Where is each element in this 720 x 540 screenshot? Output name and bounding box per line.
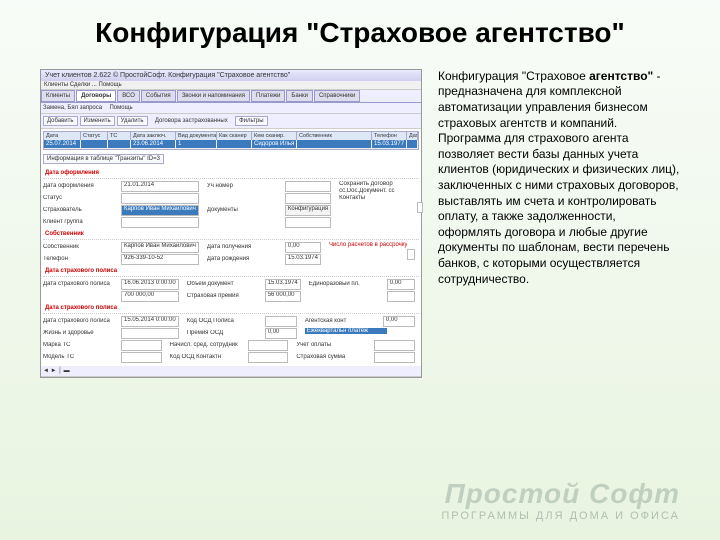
section-header-date: Дата оформления [43, 168, 419, 179]
lbl-dt: Дата получения [207, 244, 285, 250]
lbl-prem: Страховая премия [187, 293, 265, 299]
main-tabs: Клиенты Договоры ВСО События Звонки и на… [41, 90, 421, 103]
inp-pd[interactable]: 16.06.2013 0:00:00 [121, 279, 179, 290]
col-owner: Собственник [297, 132, 372, 140]
col-date: Дата [44, 132, 81, 140]
lbl-e1: Сохранить договор [339, 181, 417, 187]
tab-vso[interactable]: ВСО [117, 90, 140, 102]
status-bar: ◄ ► │ ▬ [41, 366, 421, 377]
lbl-owner: Собственник [43, 244, 121, 250]
tab-contracts[interactable]: Договоры [76, 90, 116, 102]
section-header-owner: Собственник [43, 229, 419, 240]
tab-calls[interactable]: Звонки и напоминания [177, 90, 250, 102]
lbl-life: Жизнь и здоровье [43, 330, 121, 336]
lbl-date: Дата оформления [43, 183, 121, 189]
toolbar-label: Договора застрахованных [155, 118, 228, 124]
col-doc: Вид документа [176, 132, 217, 140]
lbl-vol: Объем документ [187, 281, 265, 287]
lbl-qp: Ежеквартальн платеж [305, 328, 387, 334]
window-titlebar: Учет клиентов 2.622 © ПростойСофт. Конфи… [41, 70, 421, 81]
inp-owner[interactable]: Карпов Иван Михайлович [121, 242, 199, 253]
lbl-osd: Код ОСД Полиса [187, 318, 265, 324]
lbl-emp: Начисл. сред. сотрудник [170, 342, 248, 348]
detail-form: Дата оформления Дата оформления21.01.201… [43, 168, 419, 364]
lbl-phone: Телефон [43, 256, 121, 262]
lbl-brand: Марка ТС [43, 342, 121, 348]
inp-date[interactable]: 21.01.2014 [121, 181, 199, 192]
tab-refs[interactable]: Справочники [314, 90, 360, 102]
lbl-docs: Документы [207, 207, 285, 213]
inp-d2[interactable] [285, 193, 331, 204]
grid-header: Дата Статус ТС Дата заключ. Вид документ… [44, 132, 418, 140]
col-ts: ТС [108, 132, 131, 140]
lbl-osdk: Код ОСД Контактн [170, 354, 248, 360]
section-header-policy: Дата страхового полиса [43, 266, 419, 277]
menu-bar: Клиенты Сделки ... Помощь [41, 81, 421, 90]
lbl-pay: Учет оплаты [296, 342, 374, 348]
col-scanby: Кем сканир. [252, 132, 297, 140]
inp-d4[interactable] [285, 217, 331, 228]
col-status: Статус [81, 132, 108, 140]
lvl2-field: Замена, Бял запроса [43, 105, 102, 111]
lbl-insurer: Страхователь [43, 207, 121, 213]
lvl2-help: Помощь [109, 105, 132, 111]
inp-num[interactable] [285, 181, 331, 192]
section-header-policy2: Дата страхового полиса [43, 303, 419, 314]
col-scan: Как сканер [217, 132, 252, 140]
inp-insurer[interactable]: Карпов Иван Михайлович [121, 205, 199, 216]
lbl-calc: Число расчетов в рассрочку [329, 242, 407, 248]
col-phone: Телефон [372, 132, 407, 140]
col-start: Дата начала [407, 132, 418, 140]
level2-bar: Замена, Бял запроса Помощь [41, 103, 421, 114]
lbl-posd: Премия ОСД [187, 330, 265, 336]
table-row[interactable]: 25.07.2014 23.06.2014 1 Сидоров Илья Мих… [44, 140, 418, 149]
logo-title: Простой Софт [441, 478, 680, 510]
inp-phone[interactable]: 926-339-10-52 [121, 254, 199, 265]
logo-subtitle: ПРОГРАММЫ ДЛЯ ДОМА И ОФИСА [441, 510, 680, 522]
lbl-status: Статус [43, 195, 121, 201]
lbl-pd: Дата страхового полиса [43, 281, 121, 287]
inp-docs[interactable]: Конфигурация [285, 205, 331, 216]
lbl-num: Уч номер [207, 183, 285, 189]
tab-payments[interactable]: Платежи [251, 90, 285, 102]
inp-status[interactable] [121, 193, 199, 204]
lbl-group: Клиент группа [43, 219, 121, 225]
inp-group[interactable] [121, 217, 199, 228]
lbl-sum: Страховая сумма [296, 354, 374, 360]
tab-events[interactable]: События [141, 90, 176, 102]
app-screenshot: Учет клиентов 2.622 © ПростойСофт. Конфи… [40, 69, 422, 378]
lbl-model: Модель ТС [43, 354, 121, 360]
add-button[interactable]: Добавить [43, 116, 78, 126]
company-logo: Простой Софт ПРОГРАММЫ ДЛЯ ДОМА И ОФИСА [441, 478, 680, 522]
toolbar: Добавить Изменить Удалить Договора застр… [41, 114, 421, 129]
tab-clients[interactable]: Клиенты [41, 90, 75, 102]
lbl-e2: сс.Doc.Документ. сс [339, 188, 417, 194]
filter-button[interactable]: Фильтры [235, 116, 267, 126]
tab-banks[interactable]: Банки [286, 90, 313, 102]
lbl-pd2: Дата страхового полиса [43, 318, 121, 324]
lbl-sp: Единоразовый пл. [309, 281, 387, 287]
description-text: Конфигурация "Страховое агентство" - пре… [438, 69, 680, 378]
data-grid[interactable]: Дата Статус ТС Дата заключ. Вид документ… [43, 131, 419, 150]
panel-header: Информация в таблице "Транзиты" ID=3 [43, 154, 164, 164]
lbl-dob: Дата рождения [207, 256, 285, 262]
slide-title: Конфигурация "Страховое агентство" [40, 18, 680, 49]
col-date2: Дата заключ. [131, 132, 176, 140]
lbl-ag: Агентская конт [305, 318, 383, 324]
inp-dt[interactable]: 0,00 [285, 242, 321, 253]
lbl-e3: Контакты [339, 195, 417, 201]
delete-button[interactable]: Удалить [117, 116, 148, 126]
edit-button[interactable]: Изменить [80, 116, 115, 126]
inp-dob[interactable]: 15.03.1974 [285, 254, 321, 265]
